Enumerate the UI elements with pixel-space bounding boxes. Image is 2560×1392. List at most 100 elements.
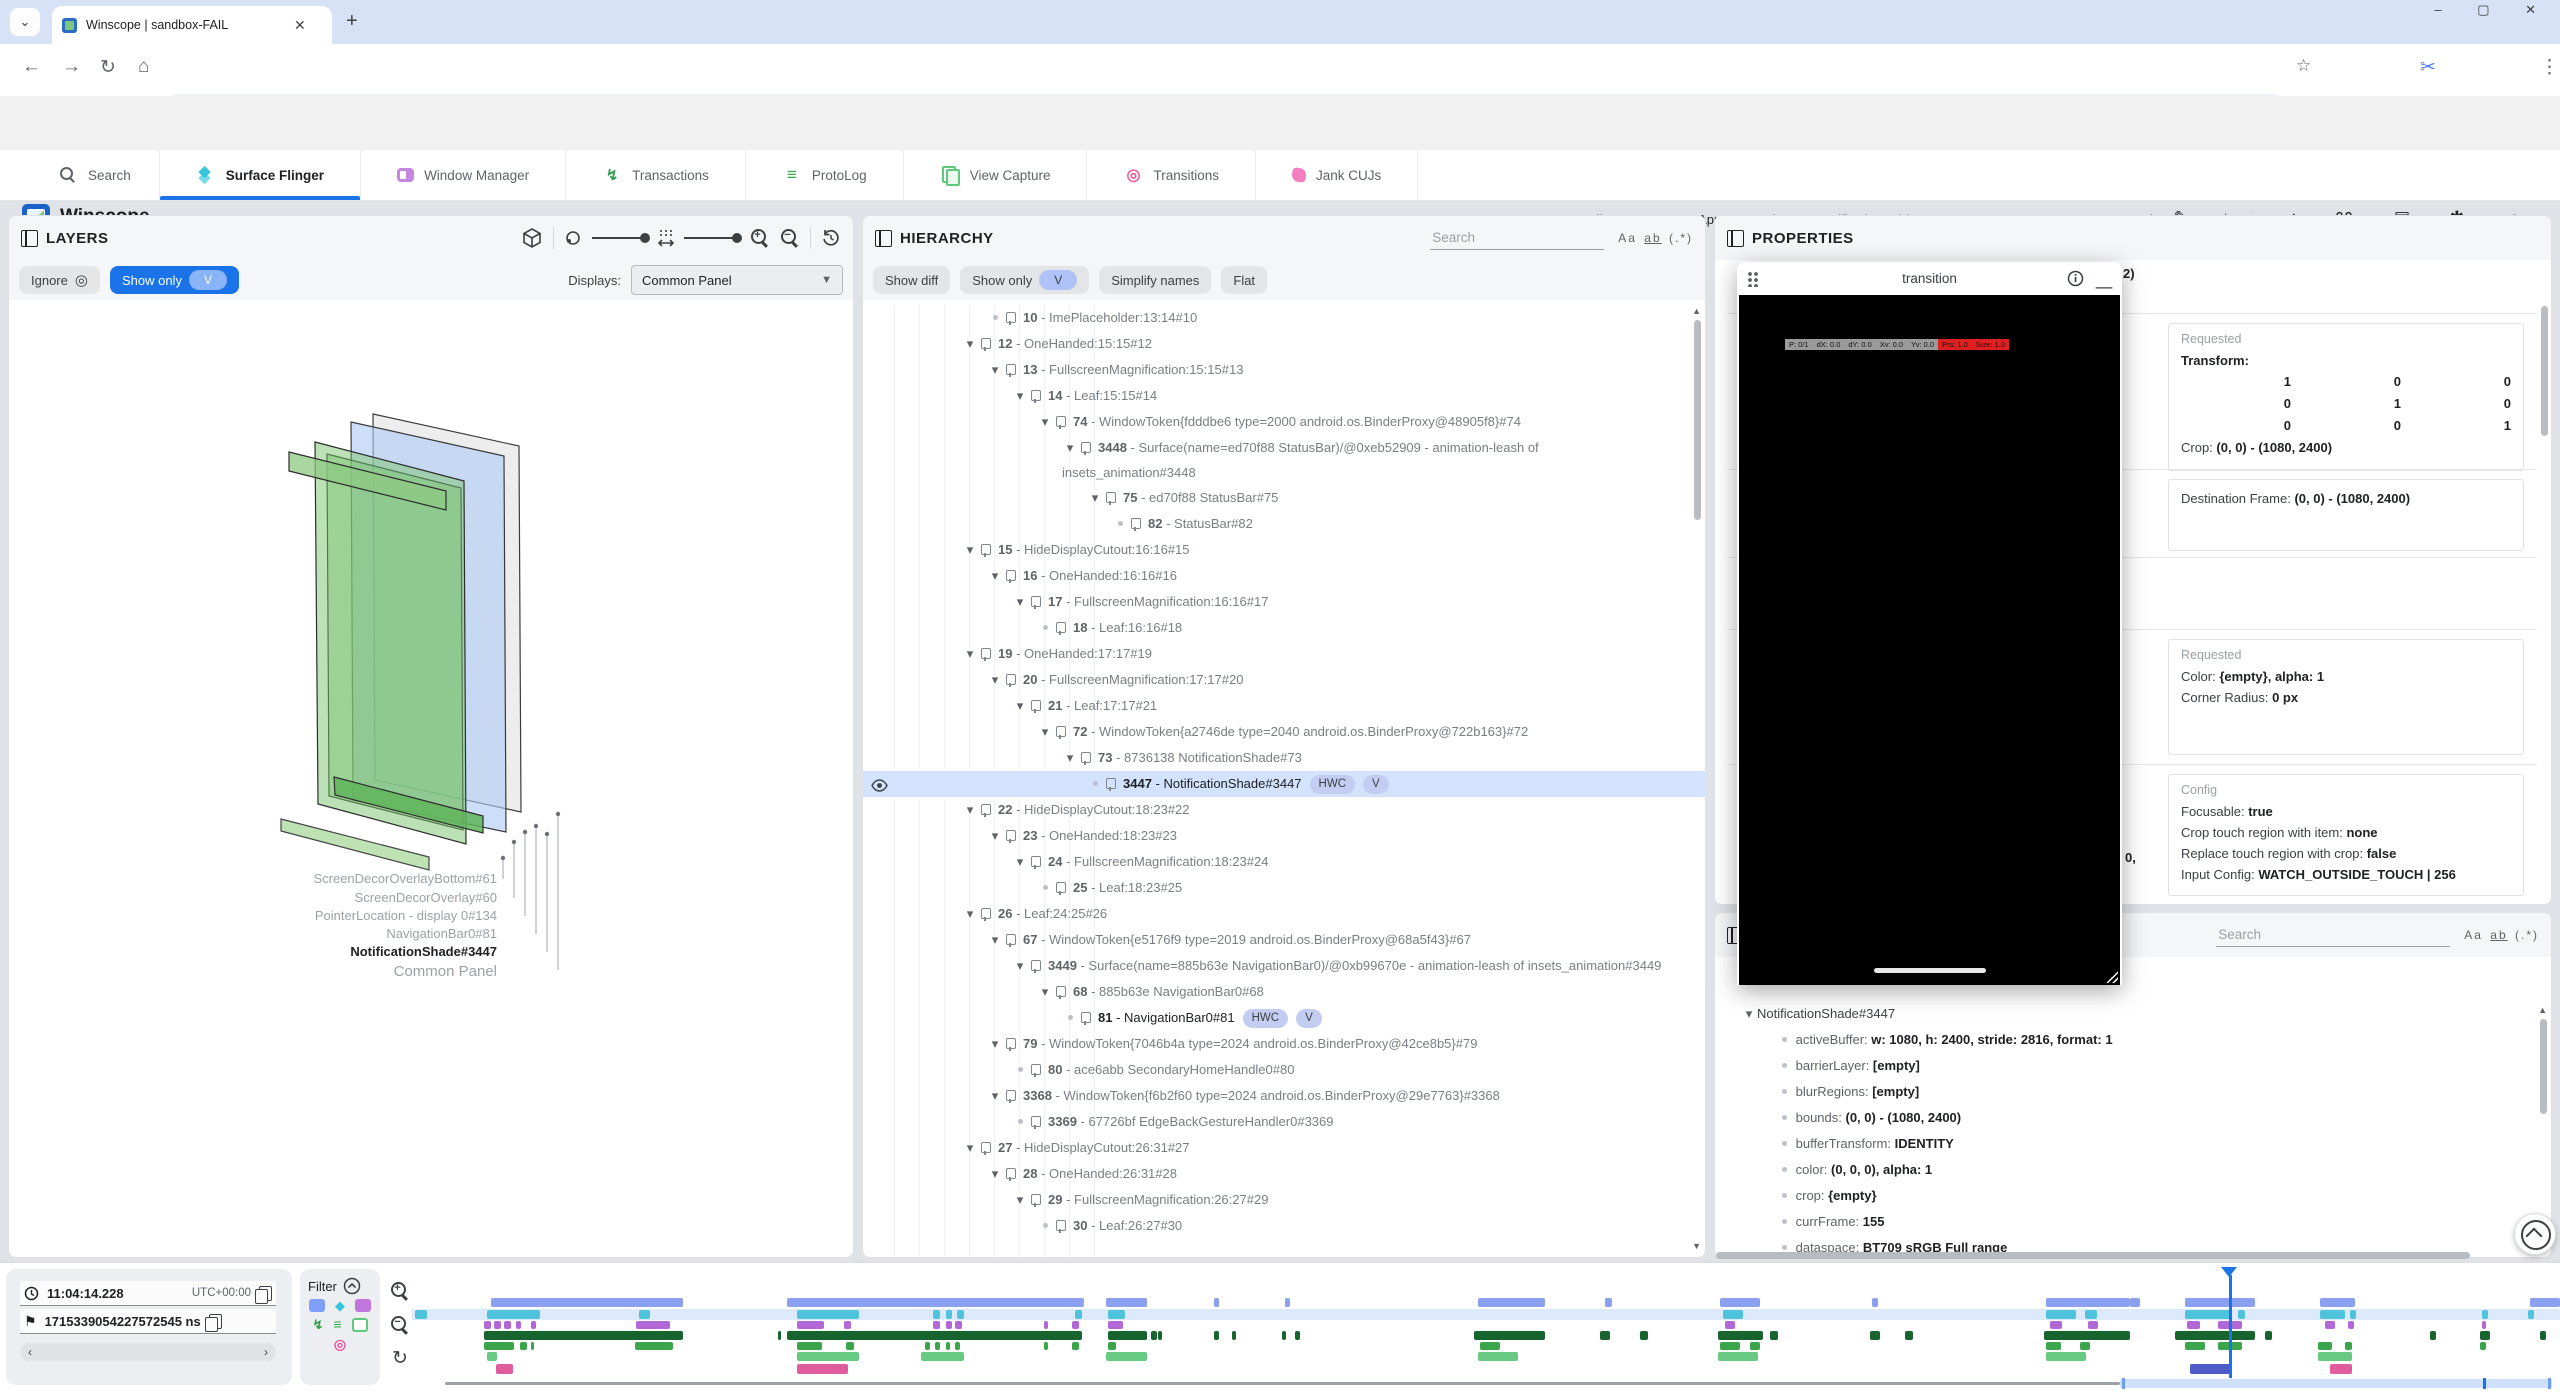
tab-window-manager[interactable]: Window Manager	[361, 150, 566, 200]
new-tab-button[interactable]: +	[346, 10, 358, 33]
expand-triangle-icon[interactable]: ▾	[1012, 589, 1028, 614]
tree-row[interactable]: ▾68 - 885b63e NavigationBar0#68	[863, 979, 1705, 1005]
pin-icon[interactable]	[981, 1142, 991, 1153]
trace-block-dkgreen[interactable]	[2430, 1331, 2436, 1340]
pin-icon[interactable]	[981, 908, 991, 919]
collapse-panel-icon[interactable]	[875, 230, 892, 247]
trace-block-cyan[interactable]	[1723, 1310, 1743, 1319]
trace-block-ltgreen[interactable]	[921, 1352, 964, 1361]
timeline-cursor[interactable]	[2229, 1275, 2232, 1378]
trace-block-purple[interactable]	[504, 1321, 511, 1329]
expand-triangle-icon[interactable]: ▾	[1741, 1001, 1757, 1027]
tree-row[interactable]: ▾73 - 8736138 NotificationShade#73	[863, 745, 1705, 771]
property-row[interactable]: barrierLayer: [empty]	[1715, 1053, 2551, 1079]
tree-row[interactable]: ▾28 - OneHanded:26:31#28	[863, 1161, 1705, 1187]
layer-label[interactable]: Common Panel	[394, 963, 497, 980]
timeline-cursor-handle[interactable]	[2221, 1267, 2237, 1277]
reload-icon[interactable]: ↻	[100, 56, 116, 79]
trace-block-green[interactable]	[2080, 1342, 2090, 1350]
tree-row[interactable]: ▾3368 - WindowToken{f6b2f60 type=2024 an…	[863, 1083, 1705, 1109]
trace-block-cyan[interactable]	[1108, 1310, 1125, 1319]
prev-frame-icon[interactable]: ‹	[28, 1345, 32, 1359]
trace-block-blue[interactable]	[1872, 1298, 1878, 1307]
back-icon[interactable]: ←	[22, 56, 41, 78]
trace-block-blue[interactable]	[2046, 1298, 2130, 1307]
tab-transitions[interactable]: ◎Transitions	[1087, 150, 1256, 200]
trace-block-dkgreen[interactable]	[1474, 1331, 1545, 1340]
trace-block-green[interactable]	[1108, 1342, 1116, 1350]
tab-protolog[interactable]: ≡ProtoLog	[746, 150, 904, 200]
pin-icon[interactable]	[1006, 364, 1016, 375]
property-row[interactable]: currFrame: 155	[1715, 1209, 2551, 1235]
trace-block-blue[interactable]	[2530, 1298, 2560, 1307]
expand-triangle-icon[interactable]: ▾	[987, 1083, 1003, 1108]
layer-label[interactable]: ScreenDecorOverlay#60	[355, 890, 497, 905]
trace-block-cyan[interactable]	[2320, 1310, 2345, 1319]
overview-tick[interactable]	[2122, 1378, 2125, 1389]
pin-icon[interactable]	[981, 648, 991, 659]
trace-block-purple[interactable]	[2325, 1321, 2335, 1329]
trace-block-cyan[interactable]	[2185, 1310, 2232, 1319]
trace-block-green[interactable]	[520, 1342, 527, 1350]
expand-triangle-icon[interactable]: ▾	[1037, 409, 1053, 434]
pin-icon[interactable]	[1006, 830, 1016, 841]
extension-scissors-icon[interactable]: ✂	[2420, 56, 2436, 79]
tree-row[interactable]: ▾12 - OneHanded:15:15#12	[863, 331, 1705, 357]
overview-tick[interactable]	[2548, 1378, 2551, 1389]
trace-block-purple[interactable]	[516, 1321, 521, 1329]
trace-block-purple[interactable]	[2088, 1321, 2098, 1329]
layer-label[interactable]: NavigationBar0#81	[386, 926, 497, 941]
trace-block-cyan[interactable]	[2482, 1310, 2488, 1319]
pin-icon[interactable]	[1081, 442, 1091, 453]
property-root-row[interactable]: ▾NotificationShade#3447	[1715, 1001, 2551, 1027]
trace-block-green[interactable]	[955, 1342, 960, 1350]
trace-block-blue[interactable]	[1106, 1298, 1147, 1307]
pin-icon[interactable]	[1006, 1168, 1016, 1179]
search-match-options[interactable]: Aa ab (.*)	[1618, 231, 1693, 245]
trace-block-blue[interactable]	[2185, 1298, 2255, 1307]
trace-block-indigo[interactable]	[2190, 1364, 2232, 1374]
minimize-icon[interactable]: ＿	[2096, 267, 2112, 291]
layers-3d-canvas[interactable]: ScreenDecorOverlayBottom#61ScreenDecorOv…	[9, 302, 853, 1258]
expand-triangle-icon[interactable]: ▾	[962, 901, 978, 926]
trace-block-cyan[interactable]	[2085, 1310, 2097, 1319]
tree-row[interactable]: 25 - Leaf:18:23#25	[863, 875, 1705, 901]
pin-icon[interactable]	[1056, 882, 1066, 893]
scroll-down-icon[interactable]: ▼	[1692, 1241, 1701, 1251]
tree-row[interactable]: ▾75 - ed70f88 StatusBar#75	[863, 485, 1705, 511]
property-row[interactable]: activeBuffer: w: 1080, h: 2400, stride: …	[1715, 1027, 2551, 1053]
trace-block-dkgreen[interactable]	[1232, 1331, 1236, 1340]
property-row[interactable]: bounds: (0, 0) - (1080, 2400)	[1715, 1105, 2551, 1131]
pin-icon[interactable]	[1131, 518, 1141, 529]
trace-block-cyan[interactable]	[2350, 1310, 2356, 1319]
trace-block-green[interactable]	[635, 1342, 673, 1350]
trace-block-dkgreen[interactable]	[1718, 1331, 1763, 1340]
trace-block-cyan[interactable]	[639, 1310, 650, 1319]
trace-block-green[interactable]	[1044, 1342, 1048, 1350]
zoom-in-icon[interactable]: +	[750, 228, 770, 248]
pin-icon[interactable]	[1006, 674, 1016, 685]
tree-row[interactable]: 82 - StatusBar#82	[863, 511, 1705, 537]
tree-row[interactable]: ▾22 - HideDisplayCutout:18:23#22	[863, 797, 1705, 823]
zoom-out-icon[interactable]: −	[780, 228, 800, 248]
properties-search-input[interactable]: Search	[2216, 923, 2450, 947]
transition-window-titlebar[interactable]: transition ＿	[1737, 262, 2122, 295]
browser-menu-icon[interactable]: ⋮	[2540, 56, 2559, 79]
expand-triangle-icon[interactable]: ▾	[1087, 485, 1103, 510]
trace-block-dkgreen[interactable]	[1600, 1331, 1610, 1340]
overview-tick[interactable]	[2483, 1378, 2486, 1389]
tree-row[interactable]: ▾67 - WindowToken{e5176f9 type=2019 andr…	[863, 927, 1705, 953]
tree-row[interactable]: 3369 - 67726bf EdgeBackGestureHandler0#3…	[863, 1109, 1705, 1135]
expand-timeline-button[interactable]	[2514, 1213, 2556, 1255]
trace-block-dkgreen[interactable]	[1870, 1331, 1880, 1340]
transition-screenshot-window[interactable]: transition ＿ P: 0/1dX: 0.0dY: 0.0Xv: 0.0…	[1737, 262, 2122, 985]
expand-triangle-icon[interactable]: ▾	[1012, 1187, 1028, 1212]
trace-block-green[interactable]	[2046, 1342, 2061, 1350]
trace-block-blue[interactable]	[2130, 1298, 2140, 1307]
scroll-up-icon[interactable]: ▲	[2538, 1005, 2547, 1015]
window-controls[interactable]: – ▢ ✕	[2434, 2, 2552, 18]
expand-triangle-icon[interactable]: ▾	[987, 927, 1003, 952]
info-icon[interactable]	[2067, 270, 2084, 287]
trace-block-green[interactable]	[1720, 1342, 1740, 1350]
layer-label[interactable]: PointerLocation - display 0#134	[315, 908, 497, 923]
